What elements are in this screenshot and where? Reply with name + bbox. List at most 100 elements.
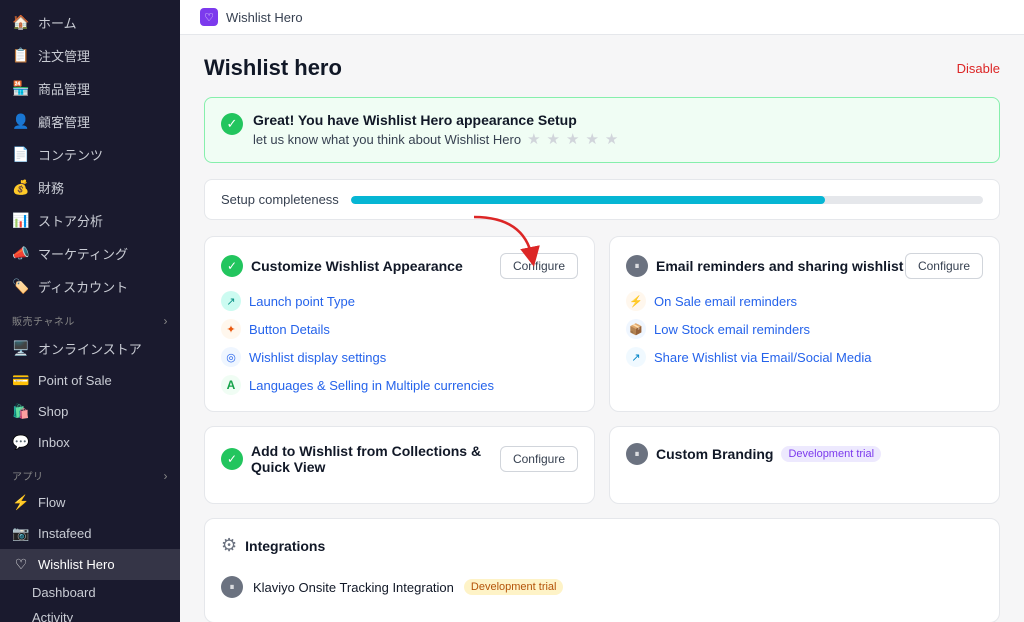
orders-icon: 📋 [12, 47, 30, 64]
sidebar-item-content[interactable]: 📄 コンテンツ [0, 138, 180, 171]
sidebar-item-label: Instafeed [38, 526, 92, 541]
banner-content: Great! You have Wishlist Hero appearance… [253, 112, 618, 148]
sidebar-item-finance[interactable]: 💰 財務 [0, 171, 180, 204]
sidebar-sub-activity[interactable]: Activity [0, 605, 180, 622]
sidebar-item-shop[interactable]: 🛍️ Shop [0, 396, 180, 427]
card-links-2: ⚡ On Sale email reminders 📦 Low Stock em… [626, 291, 983, 367]
app-icon: ♡ [200, 8, 218, 26]
star-3[interactable]: ★ [566, 130, 579, 148]
sidebar-item-pos[interactable]: 💳 Point of Sale [0, 365, 180, 396]
breadcrumb: Wishlist Hero [226, 10, 303, 25]
sidebar-sub-dashboard[interactable]: Dashboard [0, 580, 180, 605]
card-title-row-4: ⏸ Custom Branding Development trial [626, 443, 881, 465]
cards-grid: ✓ Customize Wishlist Appearance Configur… [204, 236, 1000, 622]
sidebar-item-instafeed[interactable]: 📷 Instafeed [0, 518, 180, 549]
gear-icon: ⚙ [221, 535, 237, 556]
link-display-settings[interactable]: ◎ Wishlist display settings [221, 347, 578, 367]
integration-name: Klaviyo Onsite Tracking Integration [253, 580, 454, 595]
sidebar-item-orders[interactable]: 📋 注文管理 [0, 39, 180, 72]
card-title-row-2: ⏸ Email reminders and sharing wishlist [626, 255, 903, 277]
configure-button-3[interactable]: Configure [500, 446, 578, 472]
sidebar-item-label: オンラインストア [38, 339, 142, 358]
sidebar-item-home[interactable]: 🏠 ホーム [0, 6, 180, 39]
check-circle-icon: ✓ [221, 113, 243, 135]
sidebar-item-label: Wishlist Hero [38, 557, 115, 572]
integration-badge: Development trial [464, 579, 564, 595]
link-button-details[interactable]: ✦ Button Details [221, 319, 578, 339]
online-store-icon: 🖥️ [12, 340, 30, 357]
link-icon-blue: ◎ [221, 347, 241, 367]
star-2[interactable]: ★ [547, 130, 560, 148]
apps-section: アプリ › [0, 458, 180, 487]
discounts-icon: 🏷️ [12, 278, 30, 295]
analytics-icon: 📊 [12, 212, 30, 229]
sidebar-item-wishlist-hero[interactable]: ♡ Wishlist Hero [0, 549, 180, 580]
shop-icon: 🛍️ [12, 403, 30, 420]
setup-completeness-label: Setup completeness [221, 192, 339, 207]
sidebar-item-label: Inbox [38, 435, 70, 450]
link-icon-email-3: ↗ [626, 347, 646, 367]
sidebar-item-label: ストア分析 [38, 211, 103, 230]
link-on-sale[interactable]: ⚡ On Sale email reminders [626, 291, 983, 311]
sidebar-item-inbox[interactable]: 💬 Inbox [0, 427, 180, 458]
customers-icon: 👤 [12, 113, 30, 130]
setup-bar-fill [351, 196, 825, 204]
success-banner: ✓ Great! You have Wishlist Hero appearan… [204, 97, 1000, 163]
products-icon: 🏪 [12, 80, 30, 97]
card-links: ↗ Launch point Type ✦ Button Details ◎ W… [221, 291, 578, 395]
card-header-3: ✓ Add to Wishlist from Collections & Qui… [221, 443, 578, 475]
link-launch-point[interactable]: ↗ Launch point Type [221, 291, 578, 311]
link-share-wishlist[interactable]: ↗ Share Wishlist via Email/Social Media [626, 347, 983, 367]
card-title-row: ✓ Customize Wishlist Appearance [221, 255, 463, 277]
link-languages[interactable]: A Languages & Selling in Multiple curren… [221, 375, 578, 395]
link-icon-email-2: 📦 [626, 319, 646, 339]
page-header: Wishlist hero Disable [204, 55, 1000, 81]
card-title-3: Add to Wishlist from Collections & Quick… [251, 443, 500, 475]
setup-bar-track [351, 196, 983, 204]
flow-icon: ⚡ [12, 494, 30, 511]
sidebar-item-label: 注文管理 [38, 46, 90, 65]
customize-appearance-card: ✓ Customize Wishlist Appearance Configur… [204, 236, 595, 412]
wishlist-hero-icon: ♡ [12, 556, 30, 573]
sidebar-item-customers[interactable]: 👤 顧客管理 [0, 105, 180, 138]
star-1[interactable]: ★ [527, 130, 540, 148]
sidebar-item-label: 財務 [38, 178, 64, 197]
card-title-4: Custom Branding [656, 446, 773, 462]
add-to-wishlist-card: ✓ Add to Wishlist from Collections & Qui… [204, 426, 595, 504]
pos-icon: 💳 [12, 372, 30, 389]
card-title-row-3: ✓ Add to Wishlist from Collections & Qui… [221, 443, 500, 475]
sidebar-item-products[interactable]: 🏪 商品管理 [0, 72, 180, 105]
disable-button[interactable]: Disable [957, 61, 1000, 76]
sidebar-item-analytics[interactable]: 📊 ストア分析 [0, 204, 180, 237]
link-low-stock[interactable]: 📦 Low Stock email reminders [626, 319, 983, 339]
content-icon: 📄 [12, 146, 30, 163]
sidebar-item-discounts[interactable]: 🏷️ ディスカウント [0, 270, 180, 303]
channels-section: 販売チャネル › [0, 303, 180, 332]
link-icon-email-1: ⚡ [626, 291, 646, 311]
main-content: ♡ Wishlist Hero Wishlist hero Disable ✓ … [180, 0, 1024, 622]
sidebar-item-label: Flow [38, 495, 65, 510]
instafeed-icon: 📷 [12, 525, 30, 542]
sidebar-item-online-store[interactable]: 🖥️ オンラインストア [0, 332, 180, 365]
card-pause-icon: ⏸ [626, 255, 648, 277]
page-content: Wishlist hero Disable ✓ Great! You have … [180, 35, 1024, 622]
home-icon: 🏠 [12, 14, 30, 31]
link-icon-orange: ✦ [221, 319, 241, 339]
card-header: ✓ Customize Wishlist Appearance Configur… [221, 253, 578, 279]
sidebar-item-label: Point of Sale [38, 373, 112, 388]
star-5[interactable]: ★ [605, 130, 618, 148]
inbox-icon: 💬 [12, 434, 30, 451]
configure-button-1[interactable]: Configure [500, 253, 578, 279]
integrations-card: ⚙ Integrations ⏸ Klaviyo Onsite Tracking… [204, 518, 1000, 622]
star-4[interactable]: ★ [585, 130, 598, 148]
sidebar-item-label: マーケティング [38, 244, 128, 263]
sidebar-item-label: ホーム [38, 13, 77, 32]
card-check-icon: ✓ [221, 255, 243, 277]
sidebar-item-marketing[interactable]: 📣 マーケティング [0, 237, 180, 270]
integrations-title: Integrations [245, 538, 325, 554]
configure-button-2[interactable]: Configure [905, 253, 983, 279]
sidebar-item-flow[interactable]: ⚡ Flow [0, 487, 180, 518]
card-check-icon-3: ✓ [221, 448, 243, 470]
sidebar: 🏠 ホーム 📋 注文管理 🏪 商品管理 👤 顧客管理 📄 コンテンツ 💰 財務 … [0, 0, 180, 622]
sidebar-item-label: 商品管理 [38, 79, 90, 98]
